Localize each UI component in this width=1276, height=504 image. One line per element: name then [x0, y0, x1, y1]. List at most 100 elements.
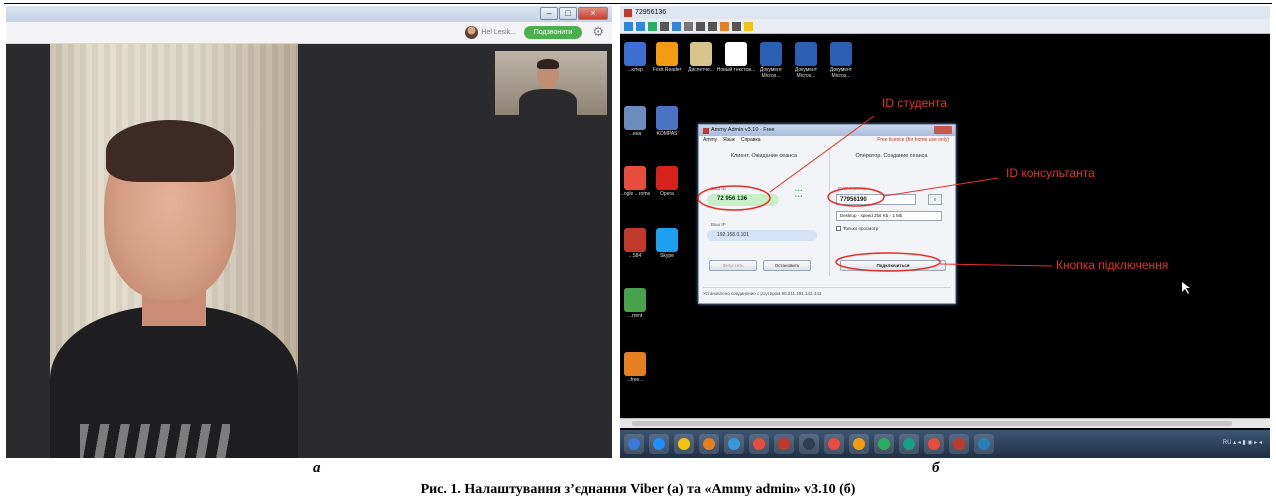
- toolbar-icon[interactable]: [696, 21, 705, 31]
- application-icon: [624, 166, 646, 190]
- start-button[interactable]: Запустить: [709, 260, 757, 271]
- application-icon: [624, 42, 646, 66]
- application-icon: [656, 228, 678, 252]
- toolbar-icon[interactable]: [648, 21, 657, 31]
- dialog-status-bar: Установлено соединение с роутером 95.211…: [703, 287, 951, 299]
- toolbar-icon[interactable]: [732, 21, 741, 31]
- taskbar-app-icon[interactable]: [899, 434, 919, 454]
- view-only-label: Только просмотр: [843, 226, 879, 231]
- taskbar-app-icon[interactable]: [974, 434, 994, 454]
- taskbar-app-icon[interactable]: [874, 434, 894, 454]
- consultant-id-annotation: ID консультанта: [1006, 166, 1095, 180]
- application-icon: [690, 42, 712, 66]
- taskbar-app-icon[interactable]: [699, 434, 719, 454]
- desktop-icon-label: KOMPAS: [656, 131, 678, 137]
- desktop-icon-label: Документ Micros...: [829, 67, 853, 79]
- student-id-annotation: ID студента: [882, 96, 947, 110]
- person-hair: [106, 120, 234, 182]
- taskbar-app-icon[interactable]: [674, 434, 694, 454]
- application-icon: [624, 352, 646, 376]
- maximize-button[interactable]: □: [559, 7, 577, 20]
- your-id-field: 72 956 136: [707, 194, 779, 206]
- client-id-input[interactable]: 77956190: [836, 194, 916, 205]
- desktop-icon-label: Opera: [660, 191, 674, 197]
- gear-icon[interactable]: ⚙: [592, 25, 604, 39]
- dialog-close-button[interactable]: [934, 126, 952, 134]
- taskbar-app-icon[interactable]: [749, 434, 769, 454]
- address-book-button[interactable]: ≡: [928, 194, 942, 205]
- mouse-cursor-icon: [1182, 282, 1190, 294]
- application-icon: [624, 106, 646, 130]
- application-icon: [830, 42, 852, 66]
- client-id-label: ID/IP клиента: [838, 186, 866, 191]
- self-hair: [537, 59, 559, 69]
- taskbar-app-icon[interactable]: [774, 434, 794, 454]
- contact-name: Hel Lesik...: [481, 29, 516, 36]
- application-icon: [760, 42, 782, 66]
- your-ip-field: 192.168.0.101: [707, 230, 817, 241]
- viber-window: – □ × Hel Lesik... Подзвонити ⚙: [6, 6, 612, 458]
- desktop-icon[interactable]: ...free...: [620, 352, 656, 383]
- application-icon: [656, 42, 678, 66]
- desktop-icon[interactable]: Документ Micros...: [820, 42, 862, 79]
- your-ip-label: Ваш IP: [711, 222, 726, 227]
- speed-select[interactable]: Desktop - speed 256 Kb - 1 Mb: [836, 211, 942, 221]
- toolbar-icon[interactable]: [684, 21, 693, 31]
- contact-info[interactable]: Hel Lesik...: [465, 26, 516, 39]
- taskbar-app-icon[interactable]: [824, 434, 844, 454]
- connect-button[interactable]: Подключиться: [840, 260, 946, 271]
- menu-language[interactable]: Язык: [723, 136, 735, 145]
- toolbar-icon[interactable]: [636, 21, 645, 31]
- desktop-icon-label: ...free...: [626, 377, 644, 383]
- panel-label-a: а: [313, 460, 321, 476]
- taskbar-app-icon[interactable]: [649, 434, 669, 454]
- desktop-icon-label: ...rrent: [627, 313, 643, 319]
- taskbar-app-icon[interactable]: [799, 434, 819, 454]
- toolbar-icon[interactable]: [744, 21, 753, 31]
- dialog-titlebar: Ammy Admin v3.10 - Free: [699, 125, 955, 136]
- self-video-preview: [495, 51, 607, 115]
- toolbar-icon[interactable]: [708, 21, 717, 31]
- connect-button-annotation: Кнопка підключення: [1056, 258, 1169, 272]
- desktop-icon-label: Skype: [660, 253, 674, 259]
- toolbar-icon[interactable]: [672, 21, 681, 31]
- application-icon: [624, 228, 646, 252]
- ammy-admin-dialog: Ammy Admin v3.10 - Free Ammy Язык Справк…: [698, 124, 956, 304]
- desktop-icon[interactable]: KOMPAS: [646, 106, 688, 137]
- taskbar-app-icon[interactable]: [624, 434, 644, 454]
- application-icon: [795, 42, 817, 66]
- toolbar-icon[interactable]: [624, 21, 633, 31]
- desktop-icon[interactable]: ...rrent: [620, 288, 656, 319]
- view-only-checkbox[interactable]: Только просмотр: [836, 226, 878, 231]
- ammy-small-icon: [703, 127, 709, 134]
- call-button[interactable]: Подзвонити: [524, 26, 582, 39]
- stop-button[interactable]: Остановить: [763, 260, 811, 271]
- panel-label-b: б: [932, 460, 940, 476]
- horizontal-scrollbar[interactable]: [620, 418, 1270, 428]
- close-button[interactable]: ×: [578, 7, 608, 20]
- taskbar-app-icon[interactable]: [724, 434, 744, 454]
- status-dots-icon: ••• •••: [795, 188, 804, 200]
- top-rule: [4, 3, 1272, 4]
- application-icon: [656, 166, 678, 190]
- desktop-icon[interactable]: Opera: [646, 166, 688, 197]
- viber-titlebar: – □ ×: [6, 6, 612, 22]
- taskbar-app-icon[interactable]: [924, 434, 944, 454]
- toolbar-icon[interactable]: [660, 21, 669, 31]
- figure-caption: Рис. 1. Налаштування з’єднання Viber (а)…: [420, 482, 856, 497]
- system-tray[interactable]: RU ▴ ◂ ▮ ◉ ▸ ◂: [1223, 439, 1262, 446]
- application-icon: [725, 42, 747, 66]
- dialog-title: Ammy Admin v3.10 - Free: [711, 127, 775, 133]
- taskbar-app-icon[interactable]: [849, 434, 869, 454]
- menu-ammy[interactable]: Ammy: [703, 136, 717, 145]
- desktop-icon[interactable]: Skype: [646, 228, 688, 259]
- toolbar-icon[interactable]: [720, 21, 729, 31]
- your-id-label: Ваш ID: [711, 186, 726, 191]
- connect-button-arrow: [939, 263, 1053, 267]
- application-icon: [656, 106, 678, 130]
- licence-link[interactable]: Free licence (for home use only): [877, 137, 949, 143]
- ammy-logo-icon: [624, 8, 632, 17]
- menu-help[interactable]: Справка: [741, 136, 761, 145]
- minimize-button[interactable]: –: [540, 7, 558, 20]
- taskbar-app-icon[interactable]: [949, 434, 969, 454]
